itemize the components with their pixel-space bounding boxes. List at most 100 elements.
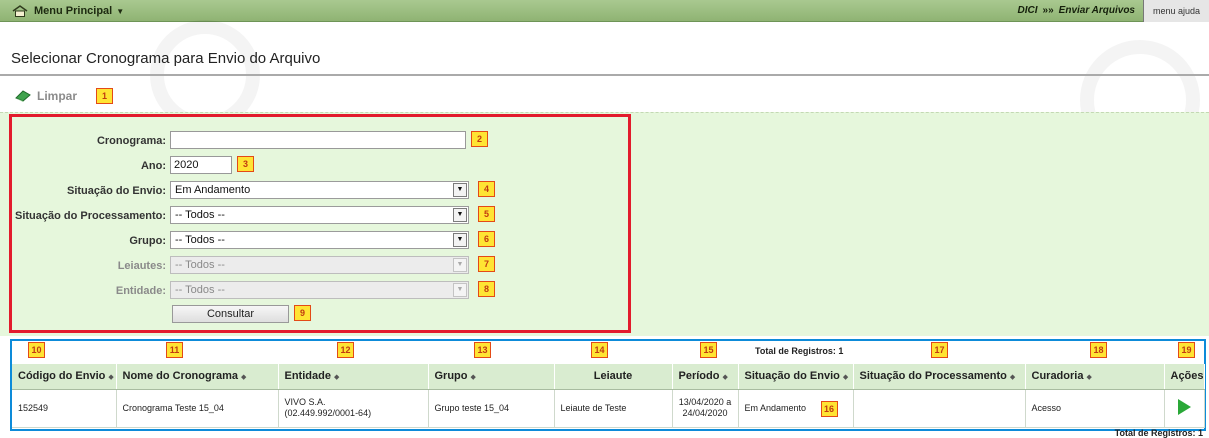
play-icon[interactable]	[1177, 398, 1191, 415]
annotation-badge-7: 7	[478, 256, 495, 272]
title-divider	[0, 74, 1209, 76]
page-title: Selecionar Cronograma para Envio do Arqu…	[11, 50, 321, 67]
top-menu-bar: Menu Principal ▼ DICI »» Enviar Arquivos m…	[0, 0, 1209, 22]
annotation-badge-2: 2	[471, 131, 488, 147]
grupo-select[interactable]: -- Todos -- ▼	[170, 231, 469, 249]
dropdown-arrow-icon: ▼	[453, 233, 467, 247]
dropdown-arrow-icon: ▼	[453, 208, 467, 222]
annotation-badge-19: 19	[1178, 342, 1195, 358]
breadcrumb-section: DICI	[1017, 5, 1038, 16]
annotation-badge-10: 10	[28, 342, 45, 358]
limpar-button[interactable]: Limpar	[14, 89, 77, 103]
leiautes-label: Leiautes:	[117, 260, 166, 272]
column-header-periodo[interactable]: Período ◆	[672, 364, 739, 390]
ano-input[interactable]: 2020	[170, 156, 232, 174]
cell-entidade: VIVO S.A. (02.449.992/0001-64)	[278, 389, 429, 428]
breadcrumb-page: Enviar Arquivos	[1058, 5, 1135, 16]
annotation-badge-18: 18	[1090, 342, 1107, 358]
annotation-badge-9: 9	[294, 305, 311, 321]
grupo-value: -- Todos --	[175, 234, 225, 246]
dropdown-arrow-icon: ▼	[453, 183, 467, 197]
column-header-label: Curadoria	[1031, 370, 1084, 383]
entidade-cnpj: (02.449.992/0001-64)	[284, 408, 372, 418]
cell-situacao-envio: Em Andamento 16	[738, 389, 854, 428]
entidade-nome: VIVO S.A.	[284, 397, 326, 407]
table-header-row: Código do Envio ◆ Nome do Cronograma ◆ Ent…	[12, 364, 1205, 390]
help-link[interactable]: ajuda	[1178, 6, 1200, 16]
situacao-envio-value: Em Andamento	[175, 184, 251, 196]
annotation-badge-15: 15	[700, 342, 717, 358]
leiautes-value: -- Todos --	[175, 259, 225, 271]
total-registros-top: Total de Registros: 1	[755, 346, 844, 356]
column-header-curadoria[interactable]: Curadoria ◆	[1025, 364, 1165, 390]
column-header-label: Período	[678, 370, 720, 383]
main-menu-button[interactable]: Menu Principal ▼	[12, 3, 124, 19]
total-registros-bottom: Total de Registros: 1	[1114, 428, 1203, 438]
sort-icon: ◆	[722, 374, 728, 382]
periodo-inicio: 13/04/2020 a	[678, 397, 732, 407]
cronograma-label: Cronograma:	[96, 135, 166, 147]
ano-label: Ano:	[140, 160, 166, 172]
sort-icon: ◆	[333, 374, 340, 382]
column-header-situacao-envio[interactable]: Situação do Envio ◆	[738, 364, 854, 390]
column-header-label: Situação do Envio	[744, 370, 840, 383]
cell-grupo: Grupo teste 15_04	[428, 389, 555, 428]
annotation-badge-5: 5	[478, 206, 495, 222]
column-header-entidade[interactable]: Entidade ◆	[278, 364, 429, 390]
column-header-label: Entidade	[284, 370, 331, 383]
menu-link[interactable]: menu	[1153, 6, 1176, 16]
sort-icon: ◆	[1009, 374, 1016, 382]
situacao-processamento-select[interactable]: -- Todos -- ▼	[170, 206, 469, 224]
column-header-leiaute: Leiaute	[554, 364, 673, 390]
situacao-envio-label: Situação do Envio:	[66, 185, 166, 197]
results-table: Código do Envio ◆ Nome do Cronograma ◆ Ent…	[12, 364, 1205, 428]
column-header-codigo[interactable]: Código do Envio ◆	[12, 364, 117, 390]
cell-nome: Cronograma Teste 15_04	[116, 389, 279, 428]
periodo-fim: 24/04/2020	[682, 408, 728, 418]
situacao-envio-text: Em Andamento	[744, 402, 807, 413]
annotation-badge-6: 6	[478, 231, 495, 247]
annotation-badge-13: 13	[474, 342, 491, 358]
leiautes-select[interactable]: -- Todos -- ▼	[170, 256, 469, 274]
annotation-badge-17: 17	[931, 342, 948, 358]
chevron-down-icon: ▼	[116, 6, 125, 16]
cell-situacao-processamento	[853, 389, 1026, 428]
cell-codigo: 152549	[12, 389, 117, 428]
annotation-badge-1: 1	[96, 88, 113, 104]
cell-curadoria: Acesso	[1025, 389, 1165, 428]
entidade-value: -- Todos --	[175, 284, 225, 296]
sort-icon: ◆	[108, 374, 114, 382]
sort-icon: ◆	[842, 374, 849, 382]
column-header-grupo[interactable]: Grupo ◆	[428, 364, 555, 390]
sort-icon: ◆	[470, 374, 476, 382]
consultar-button[interactable]: Consultar	[172, 305, 289, 323]
column-header-situacao-processamento[interactable]: Situação do Processamento ◆	[853, 364, 1026, 390]
annotation-badge-11: 11	[166, 342, 183, 358]
situacao-processamento-value: -- Todos --	[175, 209, 225, 221]
entidade-label: Entidade:	[115, 285, 166, 297]
eraser-icon	[15, 90, 31, 102]
sort-icon: ◆	[241, 374, 247, 382]
breadcrumb: DICI »» Enviar Arquivos	[1012, 0, 1141, 22]
cell-acoes	[1164, 389, 1205, 428]
situacao-envio-select[interactable]: Em Andamento ▼	[170, 181, 469, 199]
table-row: 152549 Cronograma Teste 15_04 VIVO S.A. …	[12, 389, 1205, 428]
column-header-nome[interactable]: Nome do Cronograma ◆	[116, 364, 279, 390]
column-header-label: Código do Envio	[18, 370, 106, 383]
annotation-badge-8: 8	[478, 281, 495, 297]
breadcrumb-separator: »»	[1042, 5, 1054, 16]
column-header-acoes: Ações	[1164, 364, 1205, 390]
home-icon	[12, 5, 28, 17]
cronograma-input[interactable]	[170, 131, 466, 149]
situacao-processamento-label: Situação do Processamento:	[15, 210, 166, 222]
sort-icon: ◆	[1086, 374, 1092, 382]
annotation-badge-16: 16	[820, 400, 838, 417]
entidade-select[interactable]: -- Todos -- ▼	[170, 281, 469, 299]
cell-periodo: 13/04/2020 a 24/04/2020	[672, 389, 739, 428]
main-menu-label: Menu Principal	[34, 5, 113, 17]
cell-leiaute: Leiaute de Teste	[554, 389, 673, 428]
grupo-label: Grupo:	[129, 235, 166, 247]
menu-help-links: menu ajuda	[1143, 0, 1209, 22]
limpar-label: Limpar	[37, 89, 78, 103]
column-header-label: Situação do Processamento	[859, 370, 1007, 383]
